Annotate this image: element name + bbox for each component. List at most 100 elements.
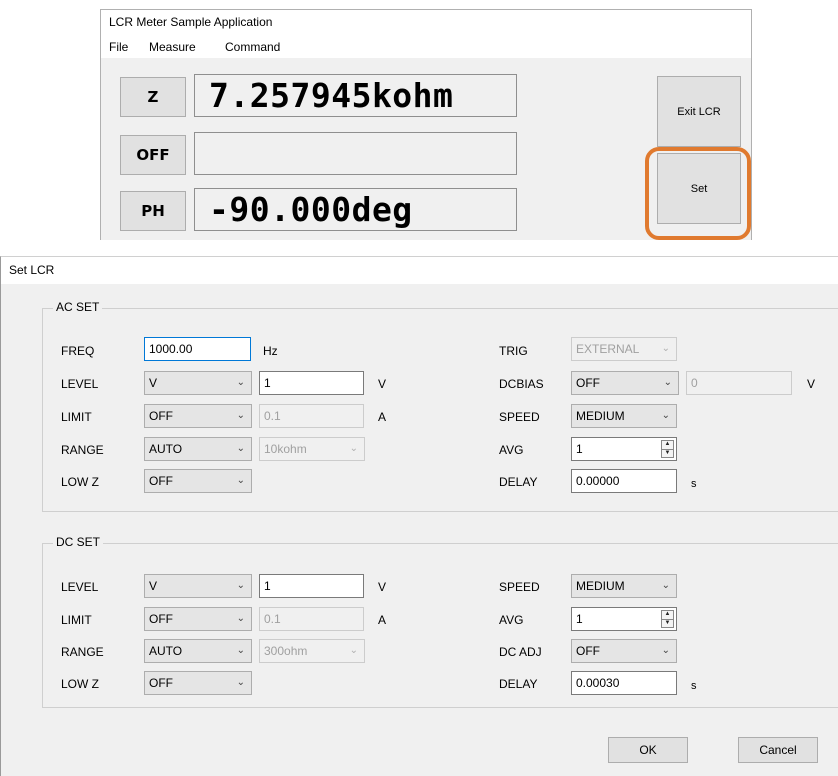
spin-arrows-icon[interactable]: ▲ ▼ [661, 440, 674, 458]
dc-level-label: LEVEL [61, 580, 99, 594]
ac-range-mode-value: AUTO [149, 442, 183, 456]
ac-set-title: AC SET [53, 300, 103, 314]
dc-range-value: 300ohm [264, 644, 308, 658]
dc-range-label: RANGE [61, 645, 104, 659]
dc-delay-unit: s [691, 680, 697, 692]
dc-limit-mode-select[interactable]: OFF ⌄ [144, 607, 252, 631]
dc-range-value-select[interactable]: 300ohm ⌄ [259, 639, 365, 663]
chevron-down-icon: ⌄ [236, 613, 245, 624]
ac-level-label: LEVEL [61, 377, 99, 391]
ac-level-unit: V [378, 377, 387, 391]
menu-file[interactable]: File [109, 36, 128, 58]
ac-range-label: RANGE [61, 443, 104, 457]
ac-limit-mode-value: OFF [149, 409, 173, 423]
ac-dcbias-mode-select[interactable]: OFF ⌄ [571, 371, 679, 395]
dc-limit-unit: A [378, 613, 387, 627]
param3-button[interactable]: PH [120, 191, 186, 231]
ac-freq-unit: Hz [263, 344, 278, 358]
param2-display [194, 132, 517, 175]
ac-trig-label: TRIG [499, 344, 528, 358]
dc-lowz-value: OFF [149, 676, 173, 690]
chevron-down-icon: ⌄ [349, 645, 358, 656]
ac-trig-select[interactable]: EXTERNAL ⌄ [571, 337, 677, 361]
dc-range-mode-value: AUTO [149, 644, 183, 658]
cancel-button[interactable]: Cancel [738, 737, 818, 763]
dc-limit-mode-value: OFF [149, 612, 173, 626]
chevron-down-icon: ⌄ [236, 475, 245, 486]
dc-level-mode-select[interactable]: V ⌄ [144, 574, 252, 598]
ac-trig-value: EXTERNAL [576, 342, 640, 356]
dc-speed-value: MEDIUM [576, 579, 625, 593]
dc-delay-input[interactable]: 0.00030 [571, 671, 677, 695]
ac-avg-value: 1 [576, 442, 583, 456]
dc-avg-label: AVG [499, 613, 524, 627]
ac-freq-label: FREQ [61, 344, 95, 358]
ac-dcbias-unit: V [807, 377, 816, 391]
dc-lowz-select[interactable]: OFF ⌄ [144, 671, 252, 695]
dc-speed-select[interactable]: MEDIUM ⌄ [571, 574, 677, 598]
dc-speed-label: SPEED [499, 580, 540, 594]
param3-display: -90.000deg [194, 188, 517, 231]
chevron-down-icon: ⌄ [349, 443, 358, 454]
ac-speed-label: SPEED [499, 410, 540, 424]
ac-dcbias-label: DCBIAS [499, 377, 544, 391]
chevron-down-icon: ⌄ [236, 443, 245, 454]
ac-dcbias-mode-value: OFF [576, 376, 600, 390]
dc-lowz-label: LOW Z [61, 677, 99, 691]
exit-lcr-button[interactable]: Exit LCR [657, 76, 741, 147]
ac-delay-unit: s [691, 478, 697, 490]
ac-freq-input[interactable]: 1000.00 [144, 337, 251, 361]
ac-lowz-select[interactable]: OFF ⌄ [144, 469, 252, 493]
ac-level-mode-select[interactable]: V ⌄ [144, 371, 252, 395]
menu-bar: File Measure Command [101, 36, 751, 58]
dc-avg-stepper[interactable]: 1 ▲ ▼ [571, 607, 677, 631]
dc-adj-value: OFF [576, 644, 600, 658]
ok-button[interactable]: OK [608, 737, 688, 763]
dc-limit-label: LIMIT [61, 613, 92, 627]
chevron-down-icon: ⌄ [661, 410, 670, 421]
ac-speed-value: MEDIUM [576, 409, 625, 423]
ac-speed-select[interactable]: MEDIUM ⌄ [571, 404, 677, 428]
spin-arrows-icon[interactable]: ▲ ▼ [661, 610, 674, 628]
ac-level-input[interactable]: 1 [259, 371, 364, 395]
ac-range-value-select[interactable]: 10kohm ⌄ [259, 437, 365, 461]
chevron-down-icon: ⌄ [236, 580, 245, 591]
set-button-highlight [645, 147, 751, 240]
param1-button[interactable]: Z [120, 77, 186, 117]
chevron-down-icon: ⌄ [663, 377, 672, 388]
ac-range-value: 10kohm [264, 442, 307, 456]
ac-lowz-label: LOW Z [61, 475, 99, 489]
dc-adj-label: DC ADJ [499, 645, 542, 659]
ac-limit-mode-select[interactable]: OFF ⌄ [144, 404, 252, 428]
dc-range-mode-select[interactable]: AUTO ⌄ [144, 639, 252, 663]
window-title: LCR Meter Sample Application [101, 10, 751, 36]
dc-set-group: DC SET LEVEL V ⌄ 1 V LIMIT OFF ⌄ 0.1 A RAN… [42, 535, 838, 708]
dc-avg-value: 1 [576, 612, 583, 626]
ac-limit-input[interactable]: 0.1 [259, 404, 364, 428]
dc-set-title: DC SET [53, 535, 104, 549]
ac-level-mode-value: V [149, 376, 158, 390]
ac-delay-input[interactable]: 0.00000 [571, 469, 677, 493]
dc-limit-input[interactable]: 0.1 [259, 607, 364, 631]
chevron-down-icon: ⌄ [236, 377, 245, 388]
dc-level-input[interactable]: 1 [259, 574, 364, 598]
dc-level-unit: V [378, 580, 387, 594]
ac-avg-label: AVG [499, 443, 524, 457]
chevron-down-icon: ⌄ [236, 410, 245, 421]
chevron-down-icon: ⌄ [661, 645, 670, 656]
dc-adj-select[interactable]: OFF ⌄ [571, 639, 677, 663]
ac-set-group: AC SET FREQ 1000.00 Hz LEVEL V ⌄ 1 V LIMI… [42, 300, 838, 512]
chevron-down-icon: ⌄ [661, 343, 670, 354]
chevron-down-icon: ⌄ [661, 580, 670, 591]
menu-measure[interactable]: Measure [149, 36, 196, 58]
ac-range-mode-select[interactable]: AUTO ⌄ [144, 437, 252, 461]
param2-button[interactable]: OFF [120, 135, 186, 175]
ac-avg-stepper[interactable]: 1 ▲ ▼ [571, 437, 677, 461]
ac-delay-label: DELAY [499, 475, 538, 489]
menu-command[interactable]: Command [225, 36, 280, 58]
chevron-down-icon: ⌄ [236, 677, 245, 688]
set-lcr-dialog: Set LCR AC SET FREQ 1000.00 Hz LEVEL V ⌄ … [0, 256, 838, 776]
ac-lowz-value: OFF [149, 474, 173, 488]
ac-dcbias-input[interactable]: 0 [686, 371, 792, 395]
dc-delay-label: DELAY [499, 677, 538, 691]
